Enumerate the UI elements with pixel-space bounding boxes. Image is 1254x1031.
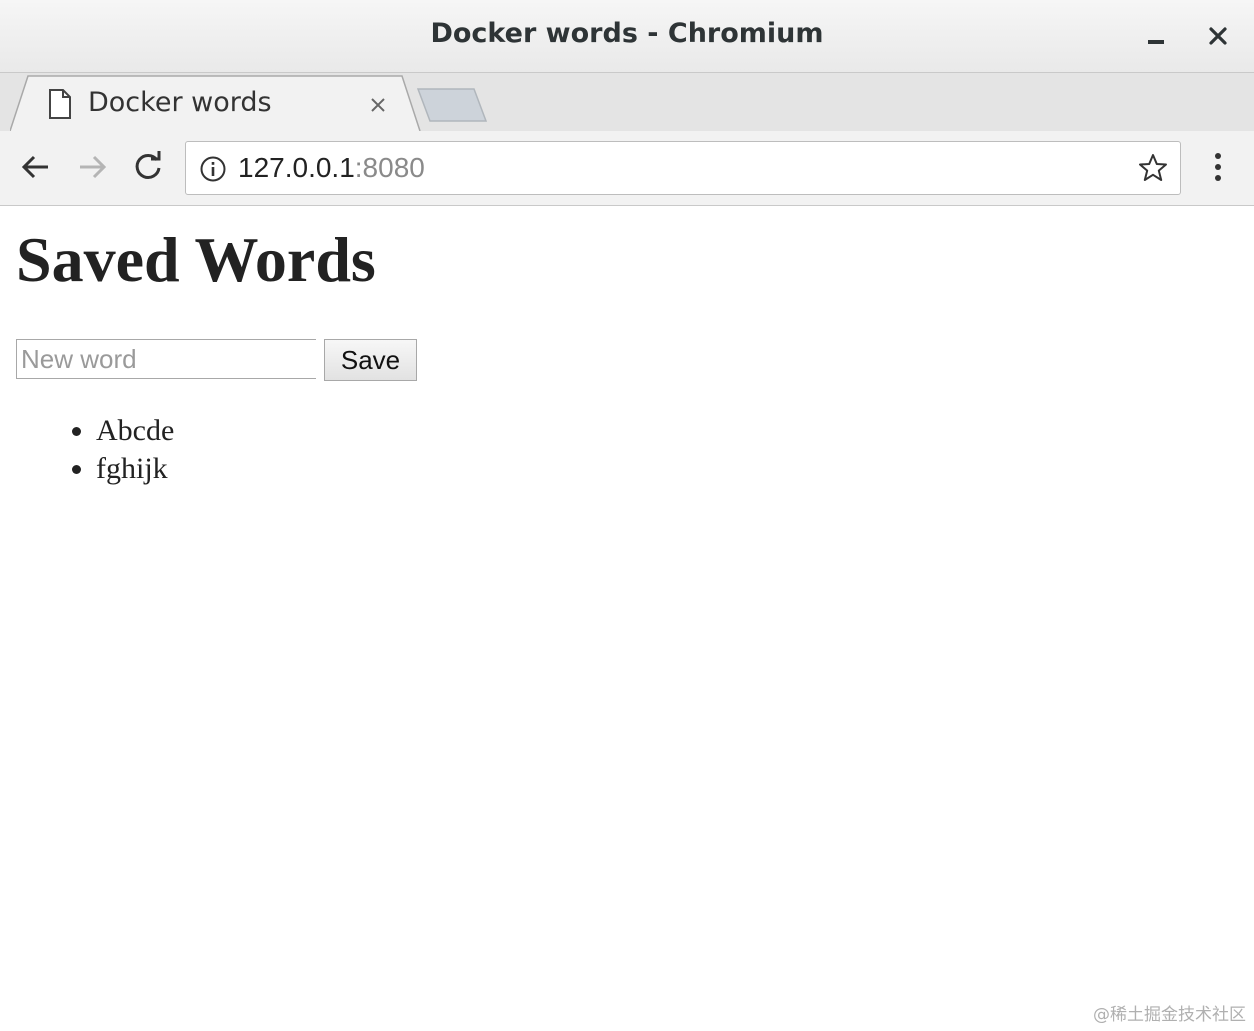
info-icon[interactable]	[200, 156, 226, 182]
browser-toolbar: 127.0.0.1:8080	[0, 131, 1254, 206]
kebab-menu-dot	[1215, 164, 1221, 170]
window-title: Docker words - Chromium	[430, 18, 824, 49]
kebab-menu-icon	[1215, 153, 1221, 159]
arrow-right-icon	[80, 155, 107, 179]
url-host: 127.0.0.1	[238, 152, 355, 183]
new-tab-icon[interactable]	[416, 87, 488, 123]
close-icon	[371, 98, 385, 112]
menu-button[interactable]	[1204, 149, 1232, 185]
address-bar[interactable]: 127.0.0.1:8080	[185, 141, 1181, 195]
list-item: Abcde	[96, 412, 174, 450]
watermark: @稀土掘金技术社区	[1093, 1005, 1246, 1025]
back-button[interactable]	[18, 149, 54, 185]
tab-docker-words[interactable]: Docker words	[10, 75, 422, 131]
browser-window: Docker words - Chromium Docker words 127…	[0, 0, 1254, 1031]
kebab-menu-dot	[1215, 175, 1221, 181]
tab-strip: Docker words	[0, 73, 1254, 187]
title-bar: Docker words - Chromium	[0, 0, 1254, 73]
reload-icon	[135, 151, 161, 179]
close-window-button[interactable]	[1200, 18, 1236, 54]
page-title: Saved Words	[16, 224, 376, 295]
list-item: fghijk	[96, 450, 174, 488]
page-content: Saved Words Save Abcde fghijk @稀土掘金技术社区	[0, 206, 1254, 1031]
close-icon	[1209, 27, 1227, 45]
new-word-input[interactable]	[16, 339, 316, 379]
star-icon[interactable]	[1138, 153, 1168, 183]
page-icon	[49, 89, 71, 119]
forward-button[interactable]	[74, 149, 110, 185]
url-text[interactable]: 127.0.0.1:8080	[238, 152, 425, 184]
tab-close-button[interactable]	[368, 95, 388, 115]
tab-title: Docker words	[88, 87, 272, 118]
minimize-icon	[1148, 40, 1164, 44]
arrow-left-icon	[21, 155, 48, 179]
reload-button[interactable]	[130, 149, 166, 185]
minimize-button[interactable]	[1138, 18, 1174, 54]
save-button[interactable]: Save	[324, 339, 417, 381]
url-port: :8080	[354, 152, 425, 183]
word-list: Abcde fghijk	[56, 412, 174, 488]
